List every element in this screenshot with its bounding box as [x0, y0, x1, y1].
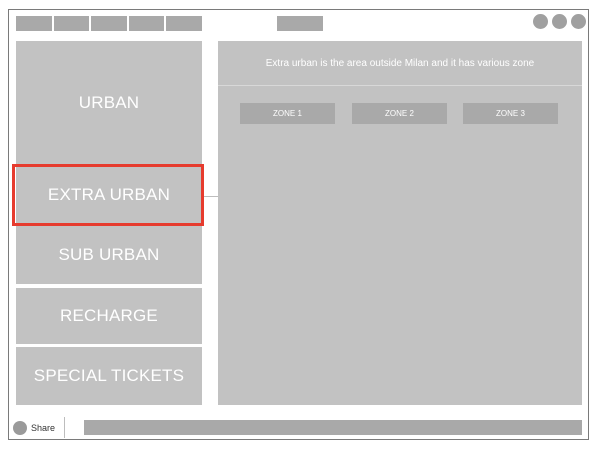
share-icon: [13, 420, 27, 435]
menu-item-sub-urban[interactable]: SUB URBAN: [16, 226, 202, 284]
menu-item-special-tickets[interactable]: SPECIAL TICKETS: [16, 347, 202, 405]
title-placeholder: [277, 16, 323, 31]
window-control-icon[interactable]: [552, 14, 567, 29]
tab-placeholder-3[interactable]: [91, 16, 127, 31]
content-panel: Extra urban is the area outside Milan an…: [218, 41, 582, 405]
window-control-icon[interactable]: [533, 14, 548, 29]
content-description: Extra urban is the area outside Milan an…: [265, 57, 535, 69]
zone-2-button[interactable]: ZONE 2: [352, 103, 447, 124]
menu-item-urban[interactable]: URBAN: [16, 41, 202, 164]
menu-item-extra-urban[interactable]: EXTRA URBAN: [16, 166, 202, 224]
zone-3-button[interactable]: ZONE 3: [463, 103, 558, 124]
tab-placeholder-5[interactable]: [166, 16, 202, 31]
share-button[interactable]: Share: [10, 417, 65, 438]
connector-line: [204, 196, 218, 197]
tab-strip: [16, 16, 202, 31]
status-bar-placeholder: [84, 420, 582, 435]
window-control-icon[interactable]: [571, 14, 586, 29]
content-divider: [218, 85, 582, 86]
window-controls: [533, 14, 586, 29]
tab-placeholder-4[interactable]: [128, 16, 165, 31]
zone-1-button[interactable]: ZONE 1: [240, 103, 335, 124]
menu-item-recharge[interactable]: RECHARGE: [16, 288, 202, 344]
share-label: Share: [31, 422, 56, 433]
tab-placeholder-2[interactable]: [53, 16, 90, 31]
tab-placeholder-1[interactable]: [16, 16, 52, 31]
